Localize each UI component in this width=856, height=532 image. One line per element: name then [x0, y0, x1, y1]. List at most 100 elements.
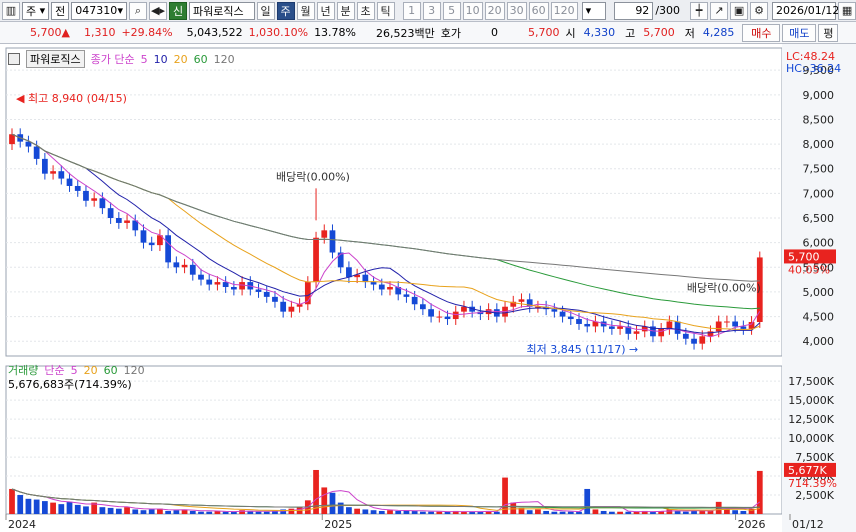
interval-dropdown[interactable]: ▾ [581, 1, 607, 20]
x-axis-label: 2026 [738, 518, 766, 531]
candle-body [362, 274, 369, 283]
new-badge[interactable]: 신 [169, 1, 187, 20]
sell-button[interactable]: 매도 [782, 23, 817, 42]
candle-body [99, 198, 106, 209]
save-icon[interactable]: ▣ [730, 1, 749, 20]
interval-button[interactable]: 30 [506, 1, 527, 20]
period-button[interactable]: 년 [316, 1, 335, 20]
volume-bar [428, 511, 434, 514]
candle-body [387, 287, 393, 290]
volume-bar [666, 509, 673, 514]
candle-body [584, 323, 591, 327]
current-price: 5,700 [30, 26, 62, 39]
candle-body [699, 336, 706, 344]
period-button[interactable]: 틱 [376, 1, 395, 20]
candle-body [428, 309, 434, 317]
volume-bar [74, 504, 81, 514]
volume-bar [419, 511, 426, 514]
volume-bar [617, 511, 623, 514]
period-button[interactable]: 월 [296, 1, 315, 20]
eval-button[interactable]: 평 [818, 23, 839, 42]
volume-bar [559, 511, 566, 514]
toolbar: ▥ 주 ▾ 전 047310 ▾ ⌕ ◀▸ 신 파워로직스 일주월년분초틱 135… [0, 0, 856, 22]
low-price: 4,285 [702, 26, 735, 39]
volume-bar [50, 502, 56, 514]
volume: 5,043,522 [186, 26, 243, 39]
candle-body [617, 326, 623, 329]
search-icon[interactable]: ⌕ [129, 1, 147, 20]
price-change-pct: +29.84% [121, 26, 173, 39]
volume-bar [198, 511, 204, 514]
period-button[interactable]: 초 [356, 1, 375, 20]
volume-bar [107, 507, 114, 514]
volume-tick-label: 10,000K [788, 432, 834, 445]
date-input[interactable]: 2026/01/12 [772, 1, 839, 20]
last-vol-pct-label: 714.39% [788, 477, 837, 490]
price-tick-label: 7,000 [803, 187, 835, 200]
candle-body [74, 185, 81, 191]
layout-icon[interactable]: ▥ [2, 1, 20, 20]
dividend-annotation-2: 배당락(0.00%) [687, 282, 761, 295]
market-select[interactable]: 주 ▾ [22, 1, 50, 20]
interval-button[interactable]: 60 [528, 1, 549, 20]
price-legend: 파워로직스 종가 단순 5 10 20 60 120 [8, 50, 235, 68]
volume-bar [543, 510, 550, 514]
candle-body [748, 321, 755, 329]
volume-bar [9, 488, 15, 514]
volume-bar [140, 510, 147, 514]
interval-button[interactable]: 20 [484, 1, 505, 20]
candle-body [58, 171, 65, 179]
candle-body [91, 198, 98, 201]
candle-body [189, 264, 196, 275]
interval-button[interactable]: 3 [422, 1, 441, 20]
candle-body [740, 326, 747, 329]
chart-area[interactable]: 9,500 9,000 8,500 8,000 7,500 7,000 6,500 6,000… [0, 44, 856, 532]
volume-bar [378, 510, 385, 514]
volume-bar [592, 509, 599, 514]
calendar-icon[interactable]: ▦ [838, 1, 856, 20]
volume-bar [206, 511, 213, 514]
price-tick-label: 8,000 [803, 138, 835, 151]
candle-body [107, 208, 114, 219]
volume-bar [189, 510, 196, 514]
period-buttons: 일주월년분초틱 [255, 1, 395, 20]
chart-type-icon[interactable] [8, 53, 20, 65]
price-legend-close: 종가 단순 [90, 53, 135, 66]
volume-bar [255, 511, 262, 514]
candle-body [732, 321, 739, 327]
settings-icon[interactable]: ⚙ [750, 1, 769, 20]
interval-button[interactable]: 5 [442, 1, 461, 20]
last-pct-label: 40.05% [788, 263, 830, 276]
candle-icon[interactable]: ┿ [690, 1, 709, 20]
volume-bar [387, 510, 393, 514]
candle-body [658, 328, 665, 337]
volume-bar [502, 477, 508, 514]
buy-button[interactable]: 매수 [742, 23, 781, 42]
price-tick-label: 6,000 [803, 237, 835, 250]
volume-bar [329, 492, 336, 514]
interval-button[interactable]: 10 [462, 1, 483, 20]
candle-body [115, 218, 122, 223]
period-button[interactable]: 분 [336, 1, 355, 20]
interval-button[interactable]: 1 [402, 1, 421, 20]
up-arrow-icon: ▲ [61, 26, 70, 39]
price-legend-title: 파워로직스 [26, 50, 85, 68]
price-legend-ma20: 20 [173, 52, 188, 66]
candle-body [83, 190, 89, 201]
volume-bar [173, 510, 180, 514]
candle-body [255, 289, 262, 292]
speaker-icon[interactable]: ◀▸ [149, 1, 167, 20]
period-button[interactable]: 주 [276, 1, 295, 20]
volume-bar [115, 508, 122, 514]
candle-body [33, 146, 40, 159]
candle-body [148, 242, 155, 246]
high-annotation: ◀ 최고 8,940 (04/15) [16, 92, 127, 105]
trend-icon[interactable]: ↗ [710, 1, 729, 20]
period-button[interactable]: 일 [256, 1, 275, 20]
x-axis-label: 01/12 [792, 518, 824, 531]
count-input[interactable]: 92 [614, 1, 654, 20]
interval-button[interactable]: 120 [550, 1, 578, 20]
type-select[interactable]: 전 [51, 1, 70, 20]
candle-body [288, 306, 295, 312]
stock-code-input[interactable]: 047310 ▾ [71, 1, 127, 20]
